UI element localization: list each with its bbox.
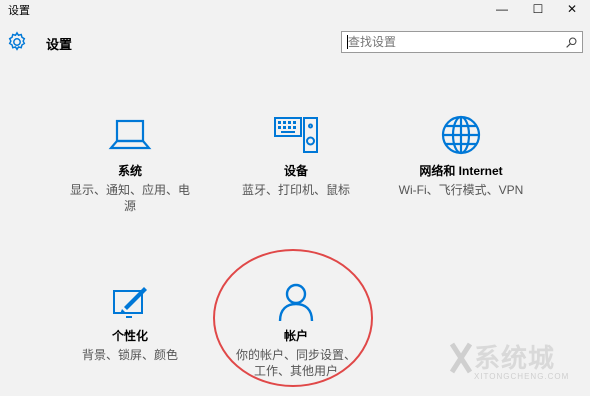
close-button[interactable]: ✕ [556, 0, 588, 18]
tile-description: 背景、锁屏、颜色 [81, 348, 178, 362]
globe-icon [441, 115, 481, 155]
search-input[interactable] [348, 33, 558, 51]
highlight-circle [213, 249, 373, 387]
tile-network[interactable]: 网络和 Internet Wi-Fi、飞行模式、VPN [386, 112, 536, 198]
gear-icon [8, 31, 26, 51]
watermark-text: 系统城 [474, 343, 556, 373]
tile-title: 设备 [283, 164, 308, 178]
watermark-logo-icon [449, 342, 473, 374]
title-bar: 设置 — ☐ ✕ [0, 0, 590, 18]
laptop-icon [108, 119, 152, 150]
tile-title: 网络和 Internet [419, 164, 503, 178]
tile-system[interactable]: 系统 显示、通知、应用、电源 [55, 112, 205, 214]
window-title: 设置 [8, 5, 30, 17]
tile-description: 显示、通知、应用、电源 [69, 183, 190, 213]
tile-title: 系统 [117, 164, 142, 178]
tile-description: Wi-Fi、飞行模式、VPN [398, 183, 524, 197]
page-title: 设置 [46, 37, 73, 52]
tile-devices[interactable]: 设备 蓝牙、打印机、鼠标 [221, 112, 371, 198]
personalize-icon [113, 287, 147, 318]
devices-icon [274, 117, 318, 153]
search-box[interactable] [341, 31, 583, 53]
tile-description: 蓝牙、打印机、鼠标 [241, 183, 350, 197]
maximize-button[interactable]: ☐ [522, 0, 554, 18]
search-icon[interactable] [565, 36, 578, 49]
watermark-subtext: XITONGCHENG.COM [474, 372, 570, 381]
tile-personalization[interactable]: 个性化 背景、锁屏、颜色 [55, 283, 205, 363]
watermark: 系统城 XITONGCHENG.COM [448, 334, 588, 392]
tile-title: 个性化 [111, 329, 148, 343]
minimize-button[interactable]: — [486, 0, 518, 18]
